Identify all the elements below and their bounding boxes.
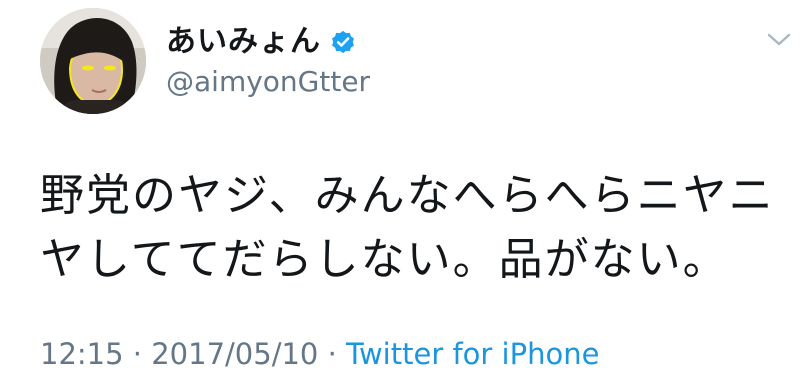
tweet-meta: 12:15 · 2017/05/10 · Twitter for iPhone [40,336,599,372]
tweet-time[interactable]: 12:15 [40,337,124,371]
tweet-source-link[interactable]: Twitter for iPhone [346,337,599,371]
display-name[interactable]: あいみょん [166,22,321,62]
meta-separator: · [327,337,347,371]
tweet-text: 野党のヤジ、みんなへらへらニヤニヤしててだらしない。品がない。 [40,170,775,285]
avatar-image [40,8,146,114]
chevron-down-icon[interactable] [766,30,792,50]
avatar[interactable] [40,8,146,114]
meta-separator: · [132,337,152,371]
tweet-date[interactable]: 2017/05/10 [151,337,318,371]
tweet-card: あいみょん @aimyonGtter 野党のヤジ、みんなへらへらニヤニヤしててだ… [0,0,810,379]
user-handle[interactable]: @aimyonGtter [166,64,370,100]
verified-badge-icon [329,28,357,56]
user-name-row: あいみょん [166,22,357,62]
